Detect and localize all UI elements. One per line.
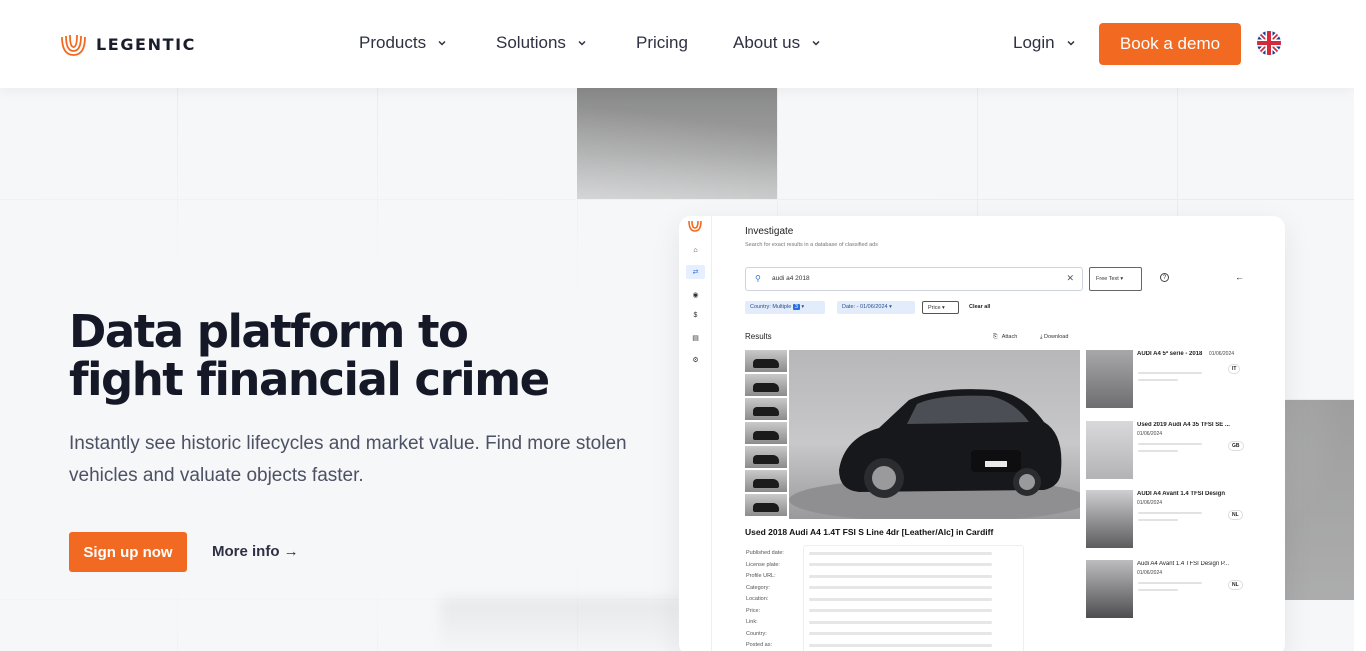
country-badge-gb: GB [1228,441,1244,451]
chevron-down-icon [812,40,820,46]
car-main-photo [789,350,1080,519]
scrollbar[interactable] [1354,0,1366,651]
legentic-logo-icon [688,220,702,232]
close-icon: ✕ [1066,273,1074,283]
nav-pricing-label: Pricing [636,33,688,52]
app-preview-screenshot: ⌂ ⇄ ◉ $ ▤ ⚙ Investigate Search for exact… [679,216,1285,651]
country-filter-chip: Country: Multiple 3 ▾ [745,301,825,314]
site-header: LEGENTIC Products Solutions Pricing Abou… [0,0,1354,88]
target-icon: ◉ [692,291,699,299]
photo-thumbnail [745,446,787,468]
attach-action: ⎘ Attach [993,334,1018,340]
preview-search-value: audi a4 2018 [772,275,810,282]
nav-products[interactable]: Products [359,33,448,53]
login-menu[interactable]: Login [1013,33,1077,53]
detail-labels: Published date: License plate: Profile U… [746,550,784,648]
uk-flag-icon[interactable] [1257,31,1281,55]
selected-car-title: Used 2018 Audi A4 1.4T FSI S Line 4dr [L… [745,527,994,537]
photo-thumbnail [745,470,787,492]
nav-about-us[interactable]: About us [733,33,822,53]
chevron-down-icon [578,40,586,46]
nav-products-label: Products [359,33,427,52]
more-info-link[interactable]: More info → [212,543,299,560]
preview-search-input: ⚲ audi a4 2018 ✕ [745,267,1083,291]
investigate-icon: ⇄ [686,265,705,279]
search-icon: ⚲ [755,274,761,283]
results-heading: Results [745,332,772,341]
dollar-icon: $ [693,312,698,319]
result-thumbnail [1086,560,1133,618]
photo-thumbnail [745,350,787,372]
preview-title: Investigate [745,226,794,237]
country-badge-nl: NL [1228,510,1243,520]
nav-about-label: About us [733,33,801,52]
photo-thumbnail [745,422,787,444]
country-badge-it: IT [1228,364,1241,374]
preview-sidebar: ⌂ ⇄ ◉ $ ▤ ⚙ [679,216,712,651]
nav-solutions-label: Solutions [496,33,566,52]
home-icon: ⌂ [693,247,698,254]
country-badge-nl: NL [1228,580,1243,590]
clear-all-link: Clear all [969,304,991,310]
car-photo-illustration [789,389,1080,519]
chevron-down-icon [438,40,446,46]
logo-text: LEGENTIC [96,34,196,54]
nav-solutions[interactable]: Solutions [496,33,588,53]
hero-subtitle: Instantly see historic lifecycles and ma… [69,433,627,486]
book-demo-button[interactable]: Book a demo [1099,23,1241,65]
result-thumbnail [1086,421,1133,479]
arrow-left-icon: ← [1235,272,1244,282]
photo-thumbnail [745,398,787,420]
result-thumbnail [1086,490,1133,548]
photo-thumbnail [745,374,787,396]
help-icon: ? [1160,273,1169,282]
hero-title: Data platform to fight financial crime [69,308,629,404]
legentic-logo-icon [61,34,86,56]
date-filter-chip: Date: - 01/06/2024 ▾ [837,301,915,314]
hero-title-line-2: fight financial crime [69,353,550,406]
settings-icon: ⚙ [692,356,699,364]
preview-subtitle: Search for exact results in a database o… [745,242,878,248]
result-thumbnail [1086,350,1133,408]
preview-search-mode: Free Text ▾ [1089,267,1142,291]
download-action: ⤓ Download [1040,334,1069,340]
photo-thumbnails [745,350,787,518]
chevron-down-icon [1067,40,1075,46]
nav-pricing[interactable]: Pricing [636,33,688,53]
detail-values-box [803,545,1024,651]
price-filter-chip: Price ▾ [922,301,959,314]
calendar-icon: ▤ [692,334,699,342]
login-label: Login [1013,33,1055,52]
logo[interactable]: LEGENTIC [60,31,196,57]
hero-title-line-1: Data platform to [69,305,469,358]
sign-up-button[interactable]: Sign up now [69,532,187,572]
photo-thumbnail [745,494,787,516]
